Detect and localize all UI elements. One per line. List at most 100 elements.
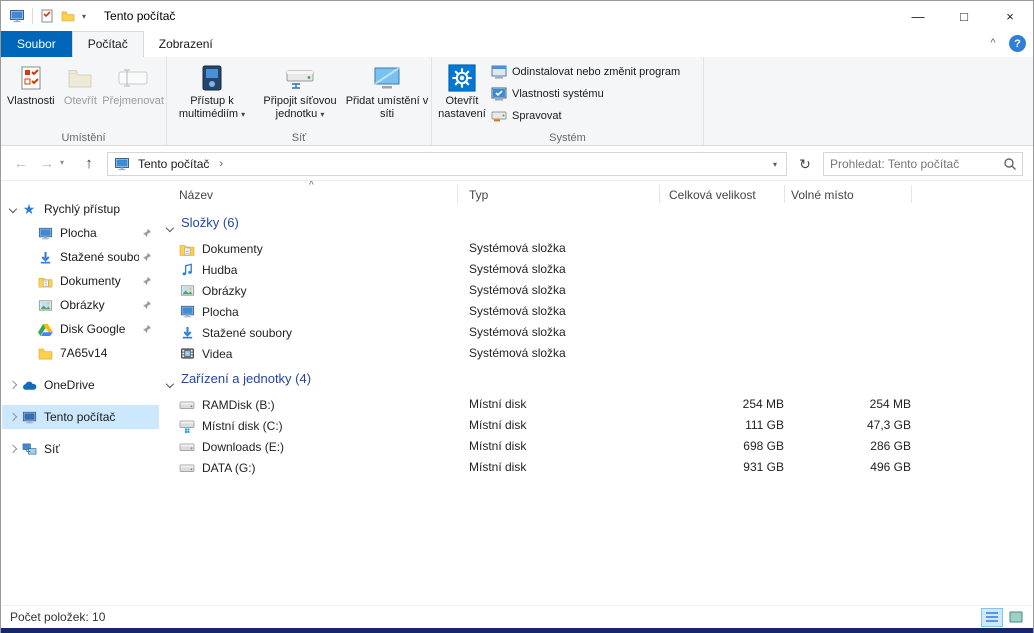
column-separator[interactable]	[911, 185, 912, 203]
sidebar-item-tento-pocitac[interactable]: Tento počítač	[2, 405, 159, 429]
column-header-celkova-velikost[interactable]: Celková velikost	[669, 188, 756, 202]
quick-access-star-icon: ★	[20, 201, 38, 218]
open-settings-button[interactable]: Otevřít nastavení	[434, 60, 490, 121]
open-button[interactable]: Otevřít	[59, 60, 103, 108]
sidebar-item-label: Dokumenty	[60, 274, 139, 288]
row-obrazky[interactable]: Obrázky Systémová složka	[159, 280, 1032, 301]
this-pc-breadcrumb-icon	[114, 156, 130, 172]
help-button[interactable]: ?	[1009, 35, 1026, 52]
dropdown-arrow-icon: ▾	[241, 110, 245, 119]
group-header-slozky[interactable]: Složky (6)	[159, 208, 1032, 238]
group-header-label: Zařízení a jednotky (4)	[181, 364, 311, 394]
map-network-drive-button[interactable]: Připojit síťovou jednotku ▾	[255, 60, 345, 121]
qat-properties-icon[interactable]	[40, 9, 54, 23]
column-separator[interactable]	[659, 185, 660, 203]
back-button[interactable]: ←	[9, 152, 33, 176]
column-header-nazev[interactable]: Název	[179, 188, 213, 202]
google-drive-icon	[36, 323, 54, 336]
row-data-g[interactable]: DATA (G:) Místní disk 931 GB 496 GB	[159, 457, 1032, 478]
file-type: Místní disk	[469, 457, 526, 478]
pictures-icon	[179, 283, 195, 299]
system-properties-icon	[490, 87, 508, 101]
rename-button[interactable]: Přejmenovat	[102, 60, 164, 108]
ribbon-tab-row: Soubor Počítač Zobrazení ^ ?	[1, 31, 1033, 57]
row-dokumenty[interactable]: Dokumenty Systémová složka	[159, 238, 1032, 259]
group-label-umisteni: Umístění	[1, 132, 166, 144]
videos-icon	[179, 346, 195, 362]
chevron-down-icon[interactable]	[167, 220, 173, 234]
column-separator[interactable]	[457, 185, 458, 203]
file-free-space: 286 GB	[791, 436, 911, 457]
properties-button[interactable]: Vlastnosti	[3, 60, 59, 108]
forward-button[interactable]: →	[35, 152, 59, 176]
open-folder-icon	[67, 63, 93, 93]
breadcrumb-chevron[interactable]: ›	[212, 158, 230, 170]
sidebar-item-stazene-soubory[interactable]: Stažené soubory	[2, 245, 159, 269]
group-header-label: Složky (6)	[181, 208, 239, 238]
row-videa[interactable]: Videa Systémová složka	[159, 343, 1032, 364]
sidebar-item-dokumenty[interactable]: Dokumenty	[2, 269, 159, 293]
row-stazene-soubory[interactable]: Stažené soubory Systémová složka	[159, 322, 1032, 343]
tab-pocitac[interactable]: Počítač	[72, 31, 144, 57]
sidebar-item-sit[interactable]: Síť	[2, 437, 159, 461]
minimize-button[interactable]: —	[895, 1, 941, 31]
system-properties-button[interactable]: Vlastnosti systému	[490, 83, 680, 105]
sidebar-item-quick-access[interactable]: ★ Rychlý přístup	[2, 197, 159, 221]
column-separator[interactable]	[784, 185, 785, 203]
breadcrumb-this-pc[interactable]: Tento počítač	[135, 157, 212, 171]
address-bar[interactable]: Tento počítač › ▾	[107, 152, 787, 176]
row-ramdisk-b[interactable]: RAMDisk (B:) Místní disk 254 MB 254 MB	[159, 394, 1032, 415]
chevron-right-icon[interactable]	[6, 382, 20, 388]
file-total-size: 931 GB	[629, 457, 784, 478]
sidebar-item-onedrive[interactable]: OneDrive	[2, 373, 159, 397]
add-network-location-button[interactable]: Přidat umístění v síti	[345, 60, 429, 121]
downloads-icon	[179, 325, 195, 341]
add-network-location-label: Přidat umístění v síti	[345, 95, 429, 121]
uninstall-program-button[interactable]: Odinstalovat nebo změnit program	[490, 61, 680, 83]
search-icon[interactable]	[998, 157, 1022, 171]
media-access-button[interactable]: Přístup k multimédiím ▾	[169, 60, 255, 121]
qat-customize-dropdown[interactable]: ▾	[82, 12, 86, 21]
search-input[interactable]	[824, 157, 998, 171]
file-total-size: 254 MB	[629, 394, 784, 415]
close-button[interactable]: ×	[987, 1, 1033, 31]
row-hudba[interactable]: Hudba Systémová složka	[159, 259, 1032, 280]
sidebar-item-obrazky[interactable]: Obrázky	[2, 293, 159, 317]
sidebar-item-disk-google[interactable]: Disk Google	[2, 317, 159, 341]
details-view-button[interactable]	[981, 608, 1003, 627]
chevron-down-icon[interactable]	[6, 206, 20, 212]
row-downloads-e[interactable]: Downloads (E:) Místní disk 698 GB 286 GB	[159, 436, 1032, 457]
column-header-volne-misto[interactable]: Volné místo	[791, 188, 854, 202]
sort-ascending-icon: ^	[309, 181, 314, 191]
open-settings-label: Otevřít nastavení	[434, 95, 490, 121]
group-header-zarizeni-a-jednotky[interactable]: Zařízení a jednotky (4)	[159, 364, 1032, 394]
row-mistni-disk-c[interactable]: Místní disk (C:) Místní disk 111 GB 47,3…	[159, 415, 1032, 436]
item-count-label: Počet položek: 10	[10, 610, 105, 624]
ribbon-collapse-chevron[interactable]: ^	[985, 37, 1001, 49]
chevron-right-icon[interactable]	[6, 446, 20, 452]
thumbnails-view-button[interactable]	[1005, 608, 1027, 627]
details-view-icon	[985, 611, 999, 623]
quick-access-toolbar: ▾	[1, 8, 86, 24]
media-server-icon	[200, 63, 224, 93]
address-dropdown-icon[interactable]: ▾	[764, 160, 786, 169]
network-location-icon	[373, 63, 401, 93]
onedrive-cloud-icon	[20, 380, 38, 391]
chevron-right-icon[interactable]	[6, 414, 20, 420]
qat-new-folder-icon[interactable]	[61, 9, 75, 23]
maximize-button[interactable]: □	[941, 1, 987, 31]
settings-gear-icon	[448, 63, 476, 93]
chevron-down-icon[interactable]	[167, 376, 173, 390]
history-dropdown-icon[interactable]: ▾	[60, 158, 64, 167]
sidebar-item-7a65v14[interactable]: 7A65v14	[2, 341, 159, 365]
row-plocha[interactable]: Plocha Systémová složka	[159, 301, 1032, 322]
tab-zobrazeni[interactable]: Zobrazení	[144, 32, 228, 57]
manage-button[interactable]: Spravovat	[490, 105, 680, 127]
sidebar-item-label: Rychlý přístup	[44, 202, 159, 216]
sidebar-item-plocha[interactable]: Plocha	[2, 221, 159, 245]
refresh-button[interactable]: ↻	[793, 152, 817, 176]
up-button[interactable]: ↑	[77, 152, 101, 176]
qat-separator	[32, 8, 33, 24]
column-header-typ[interactable]: Typ	[469, 188, 488, 202]
tab-soubor[interactable]: Soubor	[1, 31, 72, 57]
